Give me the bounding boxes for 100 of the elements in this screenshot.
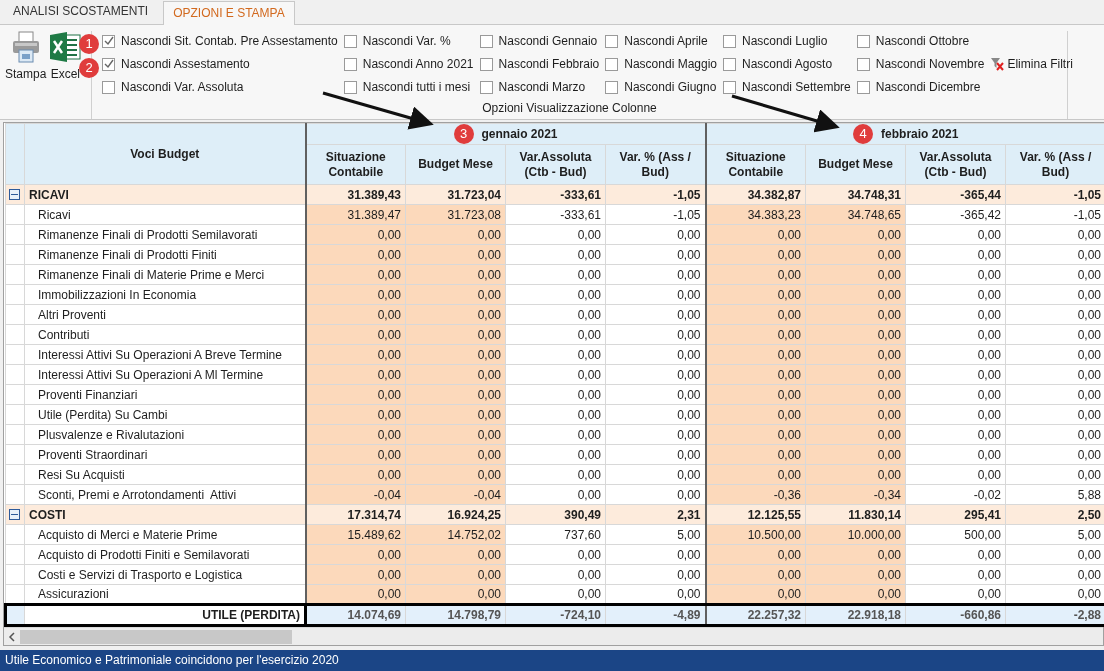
- table-cell: 0,00: [705, 564, 806, 585]
- table-cell: 0,00: [305, 584, 406, 605]
- checkbox[interactable]: [723, 57, 736, 71]
- table-cell: 0,00: [705, 544, 806, 565]
- table-cell: 0,00: [705, 404, 806, 425]
- checkbox-label: Nascondi Febbraio: [498, 56, 600, 73]
- checkbox[interactable]: [479, 57, 493, 71]
- checkbox[interactable]: [343, 57, 357, 71]
- table-cell: 0,00: [305, 424, 406, 445]
- column-header[interactable]: Var.Assoluta (Ctb - Bud): [505, 144, 606, 185]
- status-bar: Utile Economico e Patrimoniale coincidono per l'esercizio 2020: [0, 650, 1104, 671]
- table-cell: 34.382,87: [705, 184, 806, 205]
- scroll-left-icon[interactable]: [8, 631, 16, 642]
- print-button[interactable]: Stampa: [5, 31, 47, 81]
- column-header[interactable]: Var. % (Ass / Bud): [605, 144, 706, 185]
- checkbox-label: Nascondi tutti i mesi: [362, 79, 471, 96]
- checkbox[interactable]: [479, 80, 493, 94]
- table-cell: -0,36: [705, 484, 806, 505]
- checkbox[interactable]: [856, 80, 870, 94]
- column-header[interactable]: Budget Mese: [805, 144, 906, 185]
- checkbox[interactable]: [343, 34, 357, 48]
- checkbox-label: Nascondi Dicembre: [875, 79, 981, 96]
- table-cell: 0,00: [705, 244, 806, 265]
- checkbox[interactable]: [343, 80, 357, 94]
- checkbox[interactable]: [723, 34, 736, 48]
- export-button[interactable]: Excel: [49, 31, 82, 81]
- table-cell: 0,00: [305, 324, 406, 345]
- table-cell: 0,00: [705, 264, 806, 285]
- checkbox-label: Nascondi Marzo: [498, 79, 586, 96]
- column-header[interactable]: Voci Budget: [24, 123, 306, 185]
- checkbox-label: Nascondi Ottobre: [875, 33, 970, 50]
- table-cell: 17.314,74: [305, 504, 406, 525]
- column-header[interactable]: Situazione Contabile: [305, 144, 406, 185]
- table-cell: 14.074,69: [305, 604, 406, 626]
- number-badge: 2: [79, 58, 99, 78]
- checkbox-label: Nascondi Anno 2021: [362, 56, 474, 73]
- table-cell: UTILE (PERDITA): [24, 604, 306, 626]
- collapse-icon[interactable]: [9, 189, 20, 200]
- checkbox[interactable]: [856, 34, 870, 48]
- horizontal-scrollbar[interactable]: [4, 627, 1103, 645]
- table-cell: -4,89: [605, 604, 706, 626]
- table-cell: 12.125,55: [705, 504, 806, 525]
- column-header[interactable]: Situazione Contabile: [705, 144, 806, 185]
- table-cell: -660,86: [905, 604, 1006, 626]
- table-cell: 31.389,43: [305, 184, 406, 205]
- checkbox-label: Nascondi Maggio: [624, 56, 717, 73]
- column-header[interactable]: Var. % (Ass / Bud): [1005, 144, 1104, 185]
- table-cell: 0,00: [305, 284, 406, 305]
- table-cell: 0,00: [305, 444, 406, 465]
- tab[interactable]: ANALISI SCOSTAMENTI: [4, 0, 158, 24]
- table-cell: 0,00: [305, 564, 406, 585]
- checkbox[interactable]: [605, 80, 619, 94]
- table-cell: 0,00: [705, 424, 806, 445]
- table-cell: 0,00: [705, 224, 806, 245]
- number-badge: 4: [853, 124, 874, 144]
- filter-remove-icon: [990, 57, 1005, 71]
- table-cell: 0,00: [305, 384, 406, 405]
- column-header[interactable]: Budget Mese: [405, 144, 506, 185]
- checkbox[interactable]: [102, 34, 115, 48]
- group-label: Opzioni Visualizzazione Colonne: [481, 100, 658, 117]
- table-cell: -724,10: [505, 604, 606, 626]
- checkbox[interactable]: [856, 57, 870, 71]
- table-cell: 34.383,23: [705, 204, 806, 225]
- month-title: febbraio 2021: [881, 126, 959, 143]
- checkbox-label: Nascondi Giugno: [624, 79, 717, 96]
- checkbox-label: Nascondi Var. Assoluta: [121, 79, 244, 96]
- clear-filters-button[interactable]: Elimina Filtri: [990, 54, 1073, 74]
- number-badge: 3: [453, 124, 474, 144]
- table-cell: 15.489,62: [305, 524, 406, 545]
- checkbox[interactable]: [605, 57, 619, 71]
- checkbox[interactable]: [723, 80, 736, 94]
- table-cell: 0,00: [705, 324, 806, 345]
- table-cell: 0,00: [305, 344, 406, 365]
- table-cell: 0,00: [705, 304, 806, 325]
- column-header[interactable]: Var.Assoluta (Ctb - Bud): [905, 144, 1006, 185]
- table-cell: 0,00: [305, 464, 406, 485]
- table-cell: 0,00: [705, 464, 806, 485]
- printer-icon: [10, 31, 41, 63]
- table-cell: 22.918,18: [805, 604, 906, 626]
- checkbox-label: Nascondi Settembre: [742, 79, 851, 96]
- scrollbar-thumb[interactable]: [20, 629, 292, 644]
- table-cell: 0,00: [705, 444, 806, 465]
- checkbox-label: Nascondi Gennaio: [498, 33, 598, 50]
- table-cell: 0,00: [705, 284, 806, 305]
- checkbox-label: Nascondi Novembre: [875, 56, 985, 73]
- table-cell: -2,88: [1005, 604, 1104, 626]
- collapse-icon[interactable]: [9, 509, 20, 520]
- table-cell: 0,00: [305, 264, 406, 285]
- table-cell: 10.500,00: [705, 524, 806, 545]
- table-cell: 0,00: [305, 304, 406, 325]
- checkbox[interactable]: [605, 34, 619, 48]
- table-cell: 0,00: [705, 384, 806, 405]
- checkbox[interactable]: [479, 34, 493, 48]
- table-cell: 22.257,32: [705, 604, 806, 626]
- checkbox-label: Nascondi Luglio: [742, 33, 828, 50]
- checkbox[interactable]: [102, 57, 115, 71]
- checkbox[interactable]: [102, 80, 115, 94]
- table-cell: 0,00: [705, 584, 806, 605]
- table-cell: 31.389,47: [305, 204, 406, 225]
- table-cell: 0,00: [305, 224, 406, 245]
